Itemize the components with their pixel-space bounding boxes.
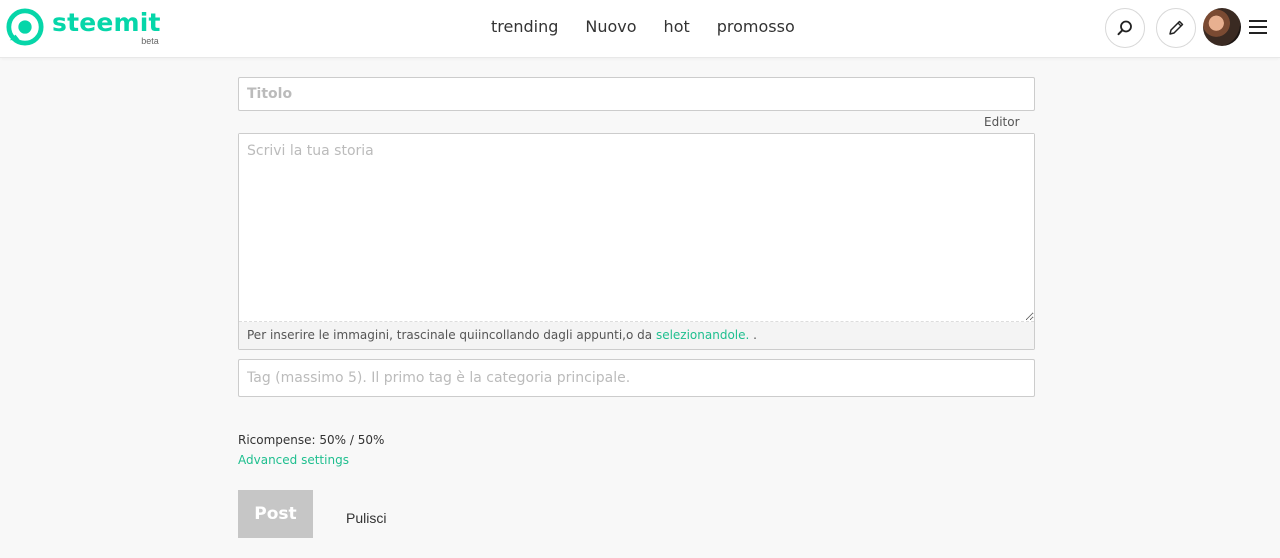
advanced-settings-link[interactable]: Advanced settings xyxy=(238,453,349,467)
clear-button[interactable]: Pulisci xyxy=(346,510,386,526)
tags-input[interactable] xyxy=(238,359,1035,397)
hamburger-menu-icon[interactable] xyxy=(1248,17,1268,37)
nav-nuovo[interactable]: Nuovo xyxy=(585,17,636,37)
post-button[interactable]: Post xyxy=(238,490,313,538)
beta-badge: beta xyxy=(141,36,159,46)
search-icon xyxy=(1117,20,1132,36)
nav-hot[interactable]: hot xyxy=(664,17,690,37)
select-images-link[interactable]: selezionandole. xyxy=(656,328,749,342)
nav-trending[interactable]: trending xyxy=(491,17,558,37)
image-upload-hint: Per inserire le immagini, trascinale qui… xyxy=(239,322,1034,349)
top-header: steemit beta trending Nuovo hot promosso xyxy=(0,0,1280,58)
write-post-button[interactable] xyxy=(1156,8,1196,48)
steemit-logo[interactable]: steemit beta xyxy=(6,8,161,46)
pencil-icon xyxy=(1169,20,1184,35)
main-nav: trending Nuovo hot promosso xyxy=(491,17,822,37)
steemit-logo-icon xyxy=(6,8,44,46)
body-editor: Per inserire le immagini, trascinale qui… xyxy=(238,133,1035,350)
search-button[interactable] xyxy=(1105,8,1145,48)
image-hint-suffix: . xyxy=(749,328,757,342)
editor-toggle[interactable]: Editor xyxy=(984,115,1020,129)
nav-promosso[interactable]: promosso xyxy=(717,17,795,37)
user-avatar[interactable] xyxy=(1203,8,1241,46)
image-hint-text: Per inserire le immagini, trascinale qui… xyxy=(247,328,656,342)
title-input[interactable] xyxy=(238,77,1035,111)
body-textarea[interactable] xyxy=(239,134,1034,322)
logo-wordmark: steemit xyxy=(52,8,161,37)
rewards-info: Ricompense: 50% / 50% xyxy=(238,433,385,447)
